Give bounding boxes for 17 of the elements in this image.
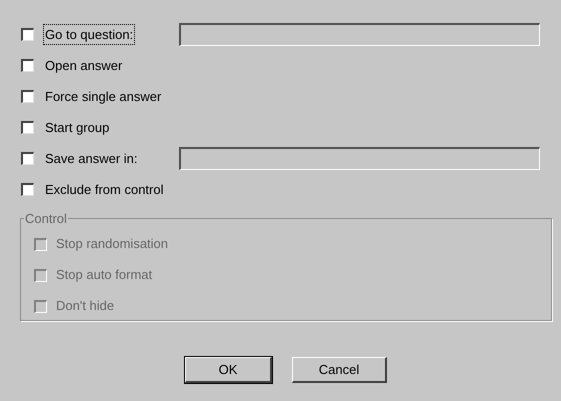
checkbox-label[interactable]: Start group	[43, 116, 112, 138]
input-field[interactable]	[179, 147, 540, 170]
checkbox[interactable]	[21, 28, 34, 41]
checkbox-label[interactable]: Save answer in:	[43, 148, 140, 170]
checkbox[interactable]	[21, 59, 34, 72]
dialog-button[interactable]: OK	[185, 357, 272, 383]
checkbox[interactable]	[21, 121, 34, 134]
dialog-button[interactable]: Cancel	[292, 357, 387, 383]
checkbox[interactable]	[21, 183, 34, 196]
checkbox[interactable]	[21, 90, 34, 103]
checkbox-label[interactable]: Exclude from control	[43, 178, 166, 200]
checkbox-label[interactable]: Force single answer	[43, 86, 164, 108]
checkbox-label[interactable]: Go to question:	[43, 24, 136, 46]
group-title: Control	[24, 210, 68, 228]
checkbox[interactable]	[21, 152, 34, 165]
input-field[interactable]	[179, 23, 540, 46]
checkbox-label[interactable]: Open answer	[43, 54, 124, 76]
